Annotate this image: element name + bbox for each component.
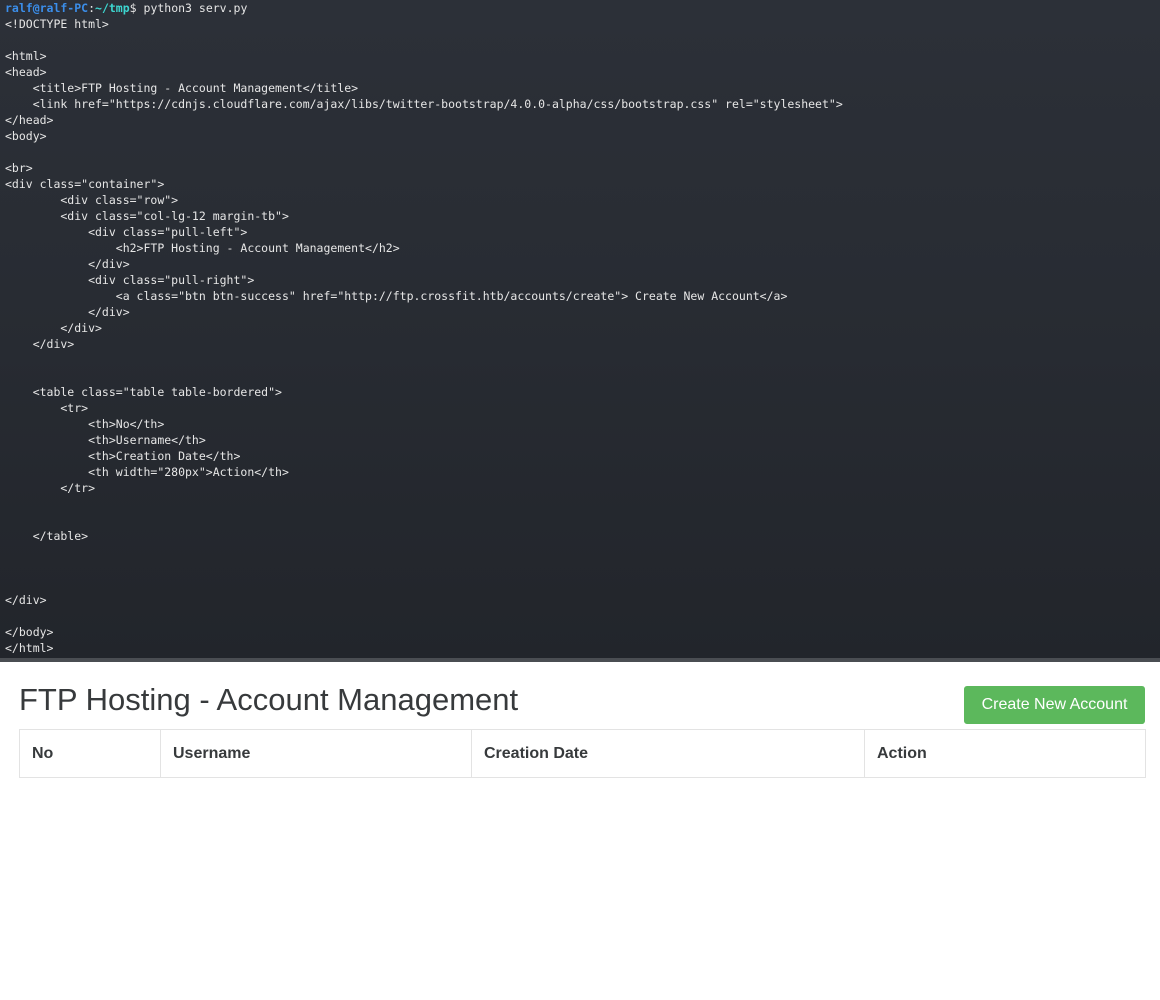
terminal-output: ralf@ralf-PC:~/tmp$ python3 serv.py <!DO…	[5, 0, 843, 656]
terminal-prompt-line: ralf@ralf-PC:~/tmp$ python3 serv.py	[5, 0, 843, 16]
column-header-username: Username	[160, 729, 472, 778]
accounts-table: No Username Creation Date Action	[19, 729, 1146, 778]
prompt-symbol: $	[129, 1, 137, 15]
terminal-line: <th>Creation Date</th>	[5, 449, 241, 463]
rendered-page: FTP Hosting - Account Management Create …	[0, 662, 1160, 1000]
terminal-line: <th width="280px">Action</th>	[5, 465, 289, 479]
prompt-command: python3 serv.py	[136, 1, 248, 15]
terminal-line: <!DOCTYPE html>	[5, 17, 109, 31]
terminal-line: </div>	[5, 337, 75, 351]
terminal-line: <br>	[5, 161, 33, 175]
terminal-line: <tr>	[5, 401, 89, 415]
terminal-line: <link href="https://cdnjs.cloudflare.com…	[5, 97, 843, 111]
terminal-line: <table class="table table-bordered">	[5, 385, 282, 399]
terminal-line: <div class="container">	[5, 177, 165, 191]
terminal-line: </div>	[5, 593, 47, 607]
terminal-line: <th>No</th>	[5, 417, 165, 431]
terminal-line: </div>	[5, 321, 102, 335]
terminal-line: <title>FTP Hosting - Account Management<…	[5, 81, 359, 95]
terminal-line: </body>	[5, 625, 54, 639]
terminal-line: <body>	[5, 129, 47, 143]
terminal-line: <div class="row">	[5, 193, 179, 207]
prompt-separator: :	[88, 1, 96, 15]
terminal-line: <div class="pull-left">	[5, 225, 248, 239]
terminal-line: <head>	[5, 65, 47, 79]
terminal-line: </tr>	[5, 481, 96, 495]
column-header-no: No	[19, 729, 161, 778]
terminal-line: </table>	[5, 529, 89, 543]
terminal-line: <div class="col-lg-12 margin-tb">	[5, 209, 289, 223]
terminal-line: <h2>FTP Hosting - Account Management</h2…	[5, 241, 400, 255]
terminal-line: </div>	[5, 257, 130, 271]
column-header-creation-date: Creation Date	[471, 729, 865, 778]
prompt-user-host: ralf@ralf-PC	[5, 1, 89, 15]
terminal-line: <html>	[5, 49, 47, 63]
terminal-line: </html>	[5, 641, 54, 655]
page-title: FTP Hosting - Account Management	[19, 682, 519, 717]
terminal-line: <th>Username</th>	[5, 433, 206, 447]
terminal-line: <div class="pull-right">	[5, 273, 255, 287]
terminal-line: <a class="btn btn-success" href="http://…	[5, 289, 788, 303]
table-header-row: No Username Creation Date Action	[19, 729, 1146, 778]
terminal-line: </div>	[5, 305, 130, 319]
create-new-account-button[interactable]: Create New Account	[964, 686, 1145, 724]
prompt-path: ~/tmp	[95, 1, 130, 15]
terminal-line: </head>	[5, 113, 54, 127]
terminal-window[interactable]: ralf@ralf-PC:~/tmp$ python3 serv.py <!DO…	[0, 0, 1160, 658]
column-header-action: Action	[864, 729, 1146, 778]
